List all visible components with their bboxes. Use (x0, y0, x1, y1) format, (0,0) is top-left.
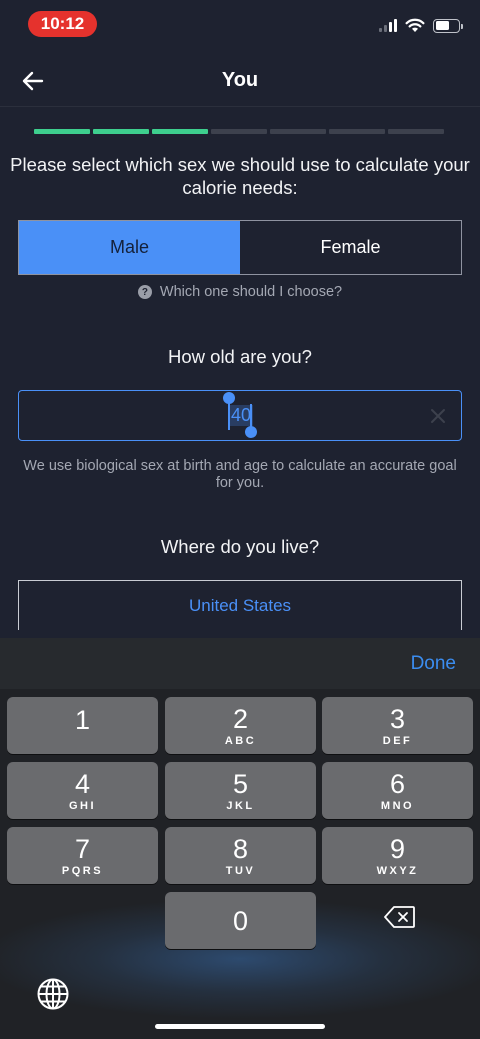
sex-option-female[interactable]: Female (240, 221, 461, 274)
key-digit: 6 (389, 768, 406, 799)
key-letters: PQRS (61, 864, 104, 877)
key-digit: 5 (232, 768, 249, 799)
done-button[interactable]: Done (411, 653, 456, 675)
key-1[interactable]: 1 (7, 697, 158, 754)
progress-steps (34, 129, 444, 134)
key-digit: 1 (74, 705, 91, 735)
sex-question: Please select which sex we should use to… (10, 154, 470, 198)
question-mark-icon: ? (137, 285, 152, 299)
age-input[interactable]: 40 (18, 390, 462, 441)
key-digit: 0 (232, 905, 249, 936)
progress-step (152, 129, 208, 134)
key-letters: DEF (382, 734, 413, 747)
key-digit: 3 (389, 703, 406, 734)
country-question: Where do you live? (160, 536, 320, 557)
wifi-icon (405, 18, 425, 32)
status-time: 10:12 (28, 11, 97, 37)
age-note: We use biological sex at birth and age t… (23, 458, 457, 491)
nav-bar: You (0, 55, 480, 107)
key-letters: JKL (226, 799, 255, 812)
age-question: How old are you? (168, 346, 312, 367)
progress-step (270, 129, 326, 134)
key-7[interactable]: 7 PQRS (7, 827, 158, 884)
help-link-label: Which one should I choose? (159, 284, 343, 300)
key-2[interactable]: 2 ABC (165, 697, 316, 754)
progress-step (34, 129, 90, 134)
key-3[interactable]: 3 DEF (322, 697, 473, 754)
key-9[interactable]: 9 WXYZ (322, 827, 473, 884)
key-letters: WXYZ (376, 864, 419, 877)
status-bar: 10:12 (0, 0, 480, 50)
sex-help-link[interactable]: ? Which one should I choose? (0, 284, 480, 300)
key-8[interactable]: 8 TUV (165, 827, 316, 884)
progress-step (211, 129, 267, 134)
cellular-signal-icon (379, 19, 397, 32)
progress-step (329, 129, 385, 134)
home-indicator (155, 1024, 325, 1029)
key-4[interactable]: 4 GHI (7, 762, 158, 819)
status-icons (379, 18, 463, 33)
key-digit: 7 (74, 833, 91, 864)
selection-start-caret (228, 402, 230, 430)
page-title: You (221, 69, 259, 91)
key-letters: TUV (225, 864, 256, 877)
key-digit: 9 (389, 833, 406, 864)
selection-handle-start[interactable] (223, 392, 235, 404)
battery-icon (433, 18, 463, 33)
globe-icon[interactable] (36, 977, 70, 1011)
key-letters: ABC (224, 734, 257, 747)
key-0[interactable]: 0 (165, 892, 316, 949)
key-digit: 4 (74, 768, 91, 799)
key-digit: 8 (232, 833, 249, 864)
key-5[interactable]: 5 JKL (165, 762, 316, 819)
key-letters: GHI (68, 799, 97, 812)
key-digit: 2 (232, 703, 249, 734)
sex-option-male[interactable]: Male (19, 221, 240, 274)
sex-selector: Male Female (18, 220, 462, 275)
progress-step (93, 129, 149, 134)
key-letters: MNO (380, 799, 415, 812)
keyboard-toolbar: Done (0, 638, 480, 689)
key-6[interactable]: 6 MNO (322, 762, 473, 819)
clear-icon[interactable] (429, 407, 447, 425)
country-select[interactable]: United States (18, 580, 462, 630)
numeric-keypad: 1 2 ABC 3 DEF 4 GHI 5 JKL 6 MNO 7 PQRS 8 TUV 9 WXYZ 0 (0, 689, 480, 1039)
selection-handle-end[interactable] (245, 426, 257, 438)
progress-step (388, 129, 444, 134)
backspace-icon[interactable] (384, 905, 416, 929)
